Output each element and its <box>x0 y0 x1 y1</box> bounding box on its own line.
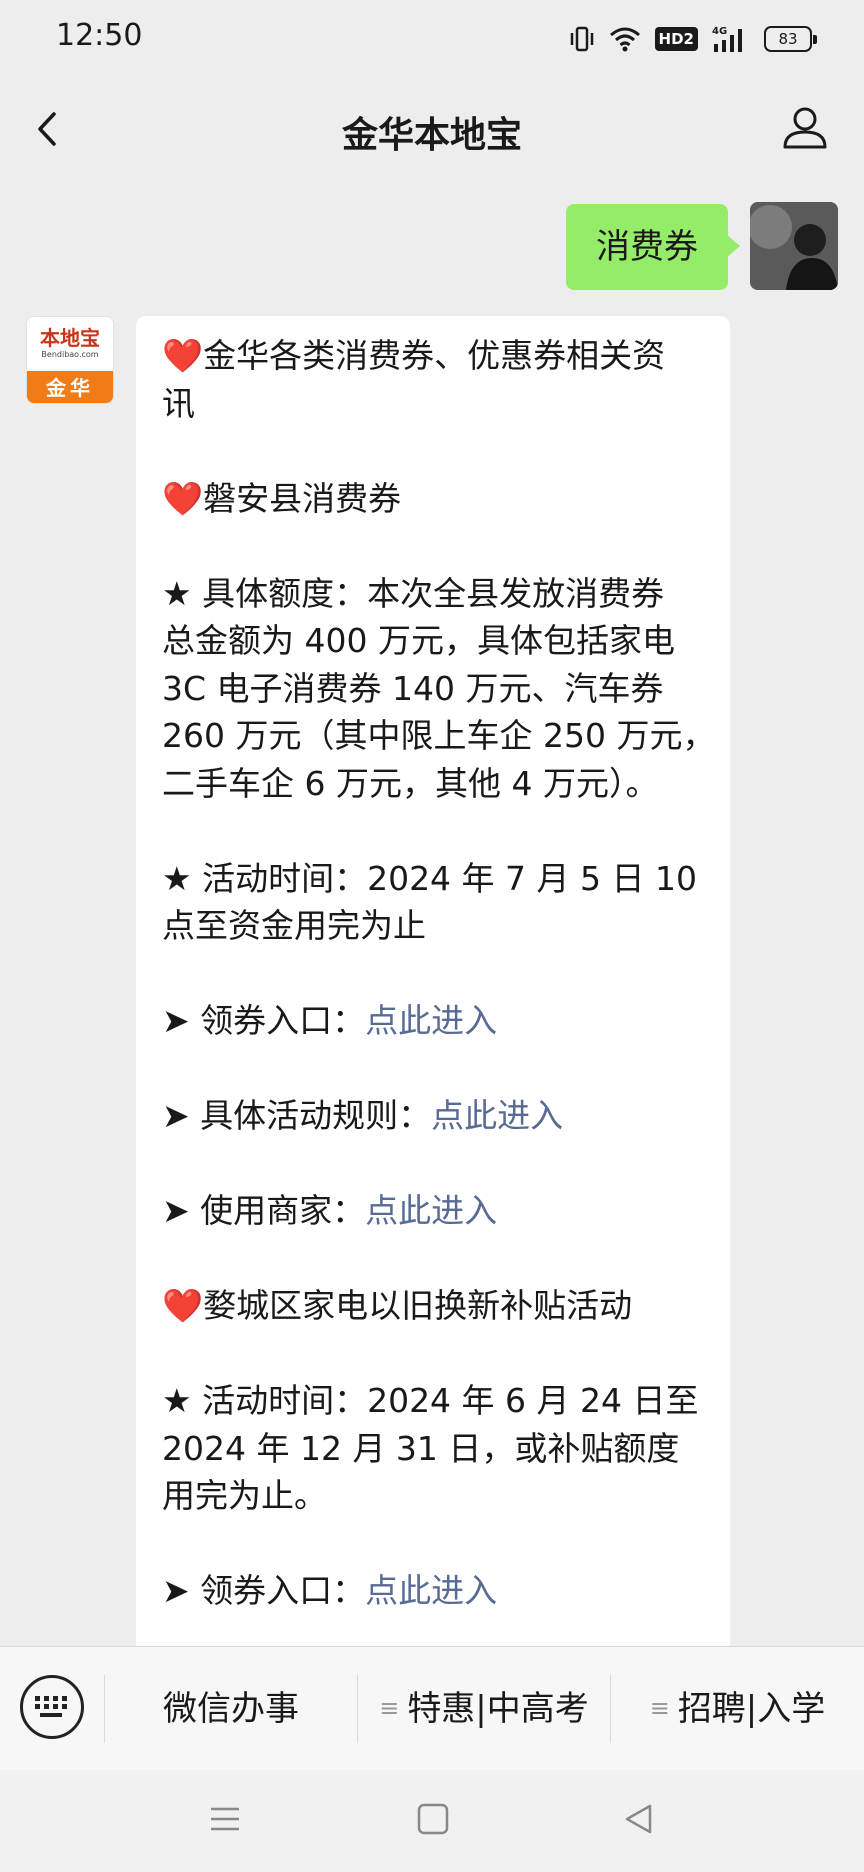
menu-lines-icon: ≡ <box>649 1693 670 1722</box>
message-line: 点至资金用完为止 <box>162 906 426 945</box>
status-icons: HD2 4G 83 <box>569 22 817 56</box>
bendibao-logo: 本地宝 Bendibao.com <box>27 317 113 371</box>
message-line: ❤️金华各类消费券、优惠券相关资 <box>162 336 666 375</box>
recent-apps-icon[interactable] <box>208 1802 242 1840</box>
menu-item-label: 特惠|中高考 <box>407 1689 589 1729</box>
battery-icon: 83 <box>764 26 817 52</box>
bot-message-bubble: ❤️金华各类消费券、优惠券相关资 讯 ❤️磐安县消费券 ★ 具体额度：本次全县发… <box>136 316 730 1646</box>
status-time: 12:50 <box>56 18 143 53</box>
message-line: ➤ 领券入口：点此进入 <box>162 1567 706 1615</box>
user-message-bubble[interactable]: 消费券 <box>566 204 740 290</box>
link-label: ➤ 使用商家： <box>162 1191 366 1230</box>
hd-badge: HD2 <box>654 27 698 51</box>
message-heading: ❤️磐安县消费券 <box>162 478 402 518</box>
logo-sub-text: Bendibao.com <box>41 350 99 359</box>
keyboard-icon[interactable] <box>20 1675 84 1739</box>
page-title: 金华本地宝 <box>341 115 522 156</box>
message-line: 260 万元（其中限上车企 250 万元， <box>162 716 716 755</box>
message-line: ➤ 领券入口：点此进入 <box>162 997 706 1045</box>
link-label: ➤ 领券入口： <box>162 1571 366 1610</box>
logo-main-text: 本地宝 <box>40 326 100 350</box>
system-nav-bar <box>0 1770 864 1872</box>
message-line: ➤ 具体活动规则：点此进入 <box>162 1092 706 1140</box>
coupon-entry-link-2[interactable]: 点此进入 <box>365 1571 497 1610</box>
link-label: ➤ 具体活动规则： <box>162 1096 432 1135</box>
chat-area[interactable]: 消费券 本地宝 Bendibao.com 金华 ❤️金华各类消费券、优惠券相关资… <box>0 182 864 1646</box>
rules-link[interactable]: 点此进入 <box>431 1096 563 1135</box>
message-line: 二手车企 6 万元，其他 4 万元）。 <box>162 763 659 803</box>
vibrate-icon <box>569 24 595 54</box>
bot-avatar[interactable]: 本地宝 Bendibao.com 金华 <box>26 316 114 404</box>
back-nav-icon[interactable] <box>622 1802 656 1840</box>
status-bar: 12:50 HD2 4G 83 <box>0 0 864 76</box>
link-label: ➤ 领券入口： <box>162 1001 366 1040</box>
coupon-entry-link[interactable]: 点此进入 <box>365 1001 497 1040</box>
message-line: 讯 <box>162 383 195 423</box>
message-line: 2024 年 12 月 31 日，或补贴额度 <box>162 1428 680 1468</box>
message-heading: ❤️婺城区家电以旧换新补贴活动 <box>162 1286 633 1325</box>
profile-icon[interactable] <box>780 102 830 152</box>
menu-item-label: 招聘|入学 <box>677 1689 826 1729</box>
user-avatar[interactable] <box>750 202 838 290</box>
message-line: ★ 活动时间：2024 年 7 月 5 日 10 <box>162 858 697 898</box>
message-line: 用完为止。 <box>162 1476 327 1515</box>
message-line: 3C 电子消费券 140 万元、汽车券 <box>162 668 664 708</box>
menu-lines-icon: ≡ <box>379 1693 400 1722</box>
svg-text:4G: 4G <box>712 26 727 37</box>
logo-city-text: 金华 <box>27 371 113 403</box>
merchants-link[interactable]: 点此进入 <box>365 1191 497 1230</box>
message-line: 总金额为 400 万元，具体包括家电 <box>162 621 675 660</box>
menu-item-deals-exams[interactable]: ≡ 特惠|中高考 <box>358 1647 610 1771</box>
message-line: ➤ 使用商家：点此进入 <box>162 1187 706 1235</box>
message-line: ★ 活动时间：2024 年 6 月 24 日至 <box>162 1381 699 1420</box>
home-icon[interactable] <box>416 1802 450 1840</box>
message-line: ★ 具体额度：本次全县发放消费券 <box>162 573 665 613</box>
signal-icon: 4G <box>712 24 750 54</box>
menu-item-wechat-services[interactable]: 微信办事 <box>105 1647 357 1771</box>
bottom-menu: 微信办事 ≡ 特惠|中高考 ≡ 招聘|入学 <box>0 1646 864 1770</box>
nav-bar: 金华本地宝 <box>0 76 864 182</box>
wifi-icon <box>609 26 641 52</box>
menu-item-jobs-enrollment[interactable]: ≡ 招聘|入学 <box>611 1647 864 1771</box>
